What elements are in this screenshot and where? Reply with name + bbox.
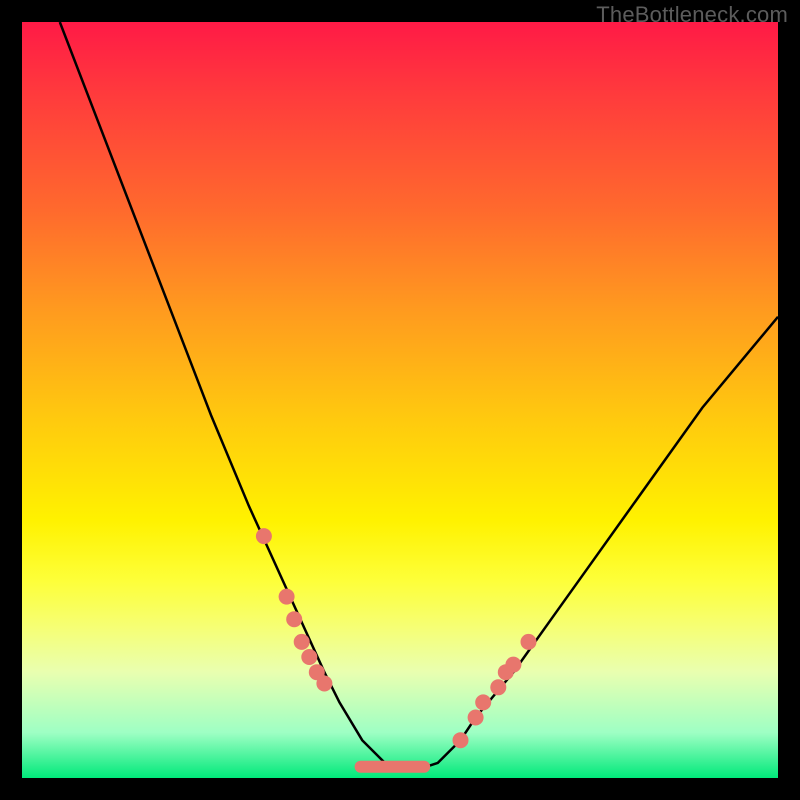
chart-frame (22, 22, 778, 778)
right-cluster-4 (490, 679, 506, 695)
valley-flat-segment (355, 761, 431, 773)
left-cluster-4 (301, 649, 317, 665)
left-outlier-1 (256, 528, 272, 544)
right-cluster-1 (453, 732, 469, 748)
left-cluster-1 (279, 589, 295, 605)
left-cluster-2 (286, 611, 302, 627)
left-cluster-6 (316, 676, 332, 692)
bottleneck-curve (60, 22, 778, 770)
left-cluster-3 (294, 634, 310, 650)
right-outlier-1 (521, 634, 537, 650)
right-cluster-2 (468, 710, 484, 726)
markers-group (256, 528, 537, 748)
right-cluster-3 (475, 694, 491, 710)
chart-svg (22, 22, 778, 778)
watermark-text: TheBottleneck.com (596, 2, 788, 28)
right-cluster-6 (505, 657, 521, 673)
